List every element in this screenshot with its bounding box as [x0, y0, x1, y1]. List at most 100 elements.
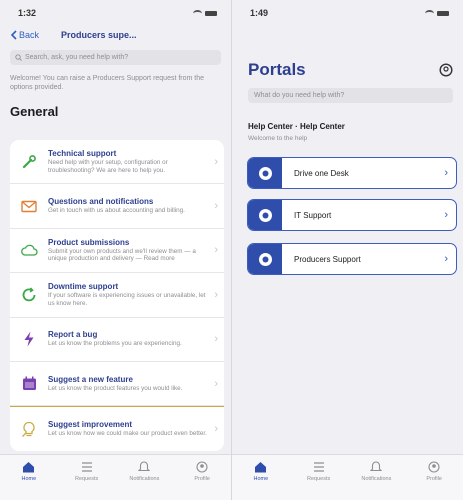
- nav-title: Producers supe...: [61, 30, 137, 40]
- request-type-title: Questions and notifications: [48, 197, 154, 207]
- tab-label: Profile: [426, 476, 442, 482]
- tab-label: Requests: [307, 476, 331, 482]
- home-icon: [23, 462, 35, 473]
- status-bar: 1:32: [0, 0, 231, 26]
- chevron-right-icon: ›: [444, 253, 448, 265]
- tab-profile[interactable]: Profile: [177, 461, 227, 500]
- section-title: General: [10, 104, 59, 119]
- envelope-icon: [19, 200, 39, 213]
- status-indicators: [425, 9, 449, 17]
- profile-settings-icon[interactable]: [439, 63, 453, 77]
- request-type-description: Need help with your setup, configuration…: [48, 159, 168, 174]
- chevron-right-icon: ›: [214, 333, 218, 346]
- tab-label: Notifications: [129, 476, 160, 482]
- page-title: Portals: [248, 60, 306, 79]
- request-type-downtime-support[interactable]: Downtime support If your software is expe…: [10, 273, 224, 318]
- portal-card[interactable]: Producers Support ›: [247, 243, 457, 275]
- request-type-questions[interactable]: Questions and notifications Get in touch …: [10, 184, 224, 229]
- search-input[interactable]: What do you need help with?: [248, 88, 453, 103]
- portal-card[interactable]: IT Support ›: [247, 199, 457, 231]
- bell-icon: [138, 461, 151, 472]
- chevron-right-icon: ›: [444, 209, 448, 221]
- status-time: 1:49: [250, 8, 269, 18]
- chevron-right-icon: ›: [214, 288, 218, 301]
- status-indicators: [193, 9, 217, 17]
- request-type-description: Let us know the problems you are experie…: [48, 340, 182, 348]
- request-type-description: If your software is experiencing issues …: [48, 292, 206, 307]
- page-header: Portals: [248, 60, 453, 80]
- tab-requests[interactable]: Requests: [62, 461, 112, 500]
- welcome-text: Welcome! You can raise a Producers Suppo…: [10, 75, 205, 91]
- battery-icon: [205, 10, 217, 16]
- help-center-title: Help Center · Help Center: [248, 122, 345, 131]
- tab-label: Home: [21, 476, 37, 482]
- chevron-right-icon: ›: [214, 200, 218, 213]
- back-button[interactable]: Back: [10, 30, 39, 40]
- refresh-icon: [19, 287, 39, 303]
- tab-home[interactable]: Home: [4, 461, 54, 500]
- portals-screen: 1:49 Portals What do you need help with?…: [232, 0, 463, 500]
- request-type-title: Suggest a new feature: [48, 374, 133, 384]
- bell-icon: [370, 461, 383, 472]
- wrench-icon: [19, 154, 39, 170]
- request-type-title: Suggest improvement: [48, 420, 133, 430]
- chevron-right-icon: ›: [214, 155, 218, 168]
- request-type-title: Technical support: [48, 149, 117, 159]
- wifi-icon: [193, 9, 202, 17]
- request-type-description: Let us know how we could make our produc…: [48, 430, 207, 438]
- request-type-report-bug[interactable]: Report a bug Let us know the problems you…: [10, 318, 224, 362]
- request-types-screen: 1:32 Back Producers supe... Search, ask,…: [0, 0, 231, 500]
- calendar-icon: [19, 376, 39, 391]
- request-type-description: Get in touch with us about accounting an…: [48, 207, 185, 215]
- tab-label: Requests: [75, 476, 99, 482]
- search-placeholder: What do you need help with?: [254, 92, 345, 99]
- chevron-right-icon: ›: [214, 377, 218, 390]
- request-type-title: Report a bug: [48, 330, 98, 340]
- cloud-icon: [19, 244, 39, 257]
- request-type-product-submissions[interactable]: Product submissions Submit your own produ…: [10, 229, 224, 274]
- portal-logo: [248, 158, 282, 188]
- help-center-subtitle: Welcome to the help: [248, 135, 308, 142]
- profile-icon: [196, 461, 208, 473]
- tab-notifications[interactable]: Notifications: [351, 461, 401, 500]
- chevron-right-icon: ›: [214, 244, 218, 257]
- search-icon: [15, 54, 22, 61]
- request-type-title: Downtime support: [48, 282, 119, 292]
- request-type-suggest-improvement[interactable]: Suggest improvement Let us know how we co…: [10, 406, 224, 450]
- request-type-technical-support[interactable]: Technical support Need help with your set…: [10, 140, 224, 185]
- request-type-new-feature[interactable]: Suggest a new feature Let us know the pro…: [10, 362, 224, 407]
- nav-bar: Back Producers supe...: [0, 26, 231, 44]
- tab-label: Notifications: [361, 476, 392, 482]
- portal-label: Producers Support: [294, 254, 361, 264]
- back-label: Back: [19, 30, 40, 40]
- portal-icon: [258, 208, 272, 222]
- tab-bar: Home Requests Notifications Profile: [0, 454, 231, 500]
- wifi-icon: [425, 9, 434, 17]
- home-icon: [255, 462, 267, 473]
- battery-icon: [437, 10, 449, 16]
- portal-label: IT Support: [294, 210, 332, 220]
- portal-label: Drive one Desk: [294, 168, 349, 178]
- chevron-left-icon: [10, 30, 17, 40]
- portal-card[interactable]: Drive one Desk ›: [247, 157, 457, 189]
- tab-bar: Home Requests Notifications Profile: [232, 454, 463, 500]
- portal-icon: [258, 252, 272, 266]
- lightbulb-icon: [19, 421, 39, 438]
- lightning-icon: [19, 331, 39, 347]
- tab-profile[interactable]: Profile: [409, 461, 459, 500]
- list-icon: [81, 462, 92, 472]
- portal-icon: [258, 166, 272, 180]
- tab-notifications[interactable]: Notifications: [119, 461, 169, 500]
- chevron-right-icon: ›: [444, 167, 448, 179]
- search-placeholder: Search, ask, you need help with?: [25, 54, 129, 61]
- profile-icon: [428, 461, 440, 473]
- tab-label: Profile: [194, 476, 210, 482]
- search-input[interactable]: Search, ask, you need help with?: [10, 50, 221, 65]
- tab-home[interactable]: Home: [236, 461, 286, 500]
- request-type-list: Technical support Need help with your set…: [10, 140, 224, 451]
- portal-logo: [248, 200, 282, 230]
- tab-label: Home: [253, 476, 269, 482]
- chevron-right-icon: ›: [214, 423, 218, 436]
- tab-requests[interactable]: Requests: [294, 461, 344, 500]
- list-icon: [313, 462, 324, 472]
